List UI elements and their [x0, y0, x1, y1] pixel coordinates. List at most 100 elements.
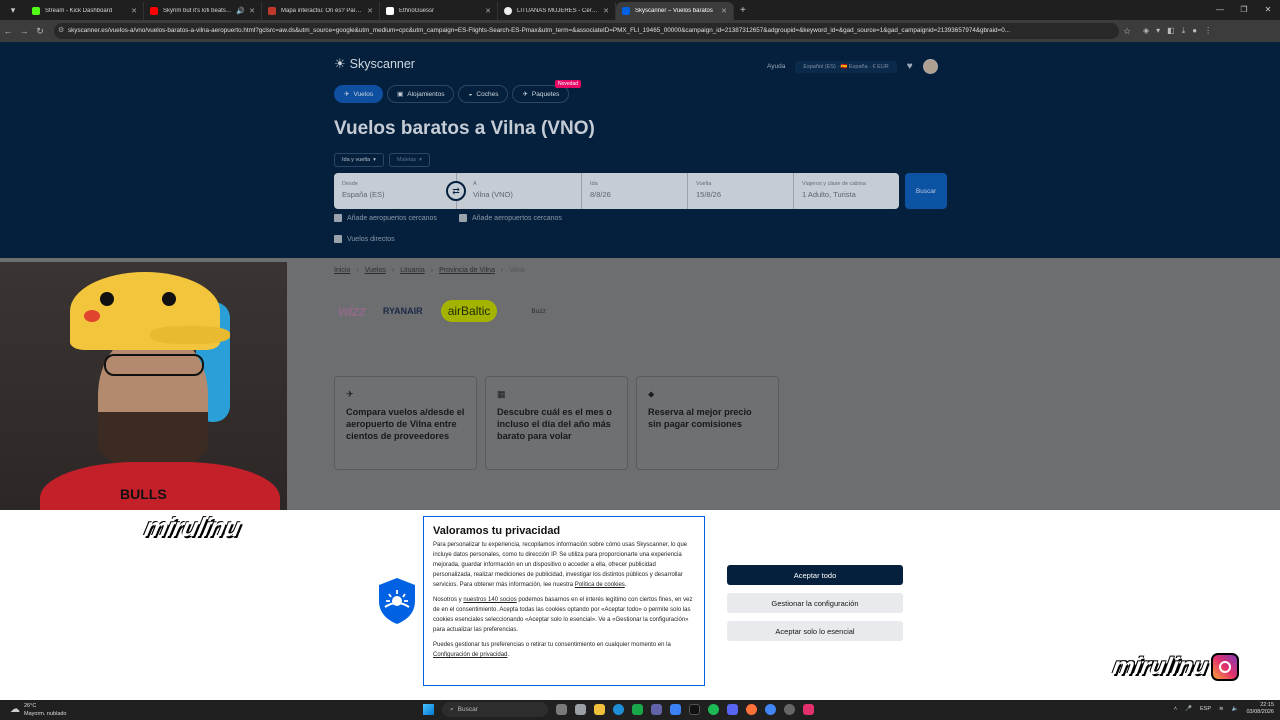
- close-window-icon[interactable]: ✕: [1256, 0, 1280, 20]
- tab-vuelos[interactable]: ✈ Vuelos: [334, 85, 384, 103]
- xbox-icon[interactable]: [632, 704, 643, 715]
- cloud-icon: ☁: [10, 704, 20, 715]
- teams-icon[interactable]: [651, 704, 662, 715]
- new-tab-button[interactable]: +: [740, 5, 746, 16]
- checkbox-label: Añade aeropuertos cercanos: [472, 214, 562, 222]
- return-date-field[interactable]: Vuelta 15/8/26: [688, 173, 794, 209]
- audio-icon[interactable]: 🔊: [236, 7, 245, 15]
- cookie-paragraph-1: Para personalizar tu experiencia, recopi…: [433, 542, 688, 588]
- depart-date-field[interactable]: Ida 8/8/26: [582, 173, 688, 209]
- back-icon[interactable]: ←: [0, 26, 16, 36]
- close-tab-icon[interactable]: ✕: [603, 7, 609, 15]
- locale-selector[interactable]: Español (ES) · 🇪🇸 España · € EUR: [795, 60, 897, 73]
- reload-icon[interactable]: ↻: [32, 26, 48, 37]
- nearby-to-checkbox[interactable]: Añade aeropuertos cercanos: [459, 214, 562, 222]
- spotify-icon[interactable]: [708, 704, 719, 715]
- travellers-value: 1 Adulto, Turista: [802, 190, 856, 199]
- system-tray: ˄ 🎤 ESP ≋ 🔈 22:15 03/08/2026: [1174, 702, 1274, 716]
- heart-icon[interactable]: ♥: [907, 61, 913, 72]
- close-tab-icon[interactable]: ✕: [721, 7, 727, 15]
- tab-youtube[interactable]: Skyrim but it's lofi beats | R 🔊 ✕: [144, 2, 262, 20]
- task-view-icon[interactable]: [556, 704, 567, 715]
- tab-title: EthnoGuessr: [399, 8, 435, 14]
- feature-card: ✈ Compara vuelos a/desde el aeropuerto d…: [334, 376, 477, 470]
- discord-icon[interactable]: [727, 704, 738, 715]
- google-favicon-icon: [504, 7, 512, 15]
- travellers-field[interactable]: Viajeros y clase de cabina 1 Adulto, Tur…: [794, 173, 899, 209]
- search-button[interactable]: Buscar: [905, 173, 947, 209]
- tab-ethnoguessr[interactable]: EthnoGuessr ✕: [380, 2, 498, 20]
- manage-settings-button[interactable]: Gestionar la configuración: [727, 593, 903, 613]
- file-explorer-icon[interactable]: [594, 704, 605, 715]
- skyscanner-logo[interactable]: ☀ Skyscanner: [334, 56, 415, 72]
- partners-link[interactable]: nuestros 140 socios: [463, 597, 516, 603]
- close-tab-icon[interactable]: ✕: [249, 7, 255, 15]
- weather-widget[interactable]: ☁ 26°C Mayorm. nublado: [10, 702, 67, 718]
- date: 03/08/2026: [1246, 709, 1274, 715]
- extension-icon[interactable]: ◧: [1167, 26, 1175, 36]
- wifi-icon[interactable]: ≋: [1219, 706, 1224, 712]
- account-avatar[interactable]: [922, 59, 938, 74]
- privacy-settings-link[interactable]: Configuración de privacidad: [433, 652, 507, 658]
- tab-coches[interactable]: ◒ Coches: [458, 85, 509, 103]
- minimize-icon[interactable]: —: [1208, 0, 1232, 20]
- close-tab-icon[interactable]: ✕: [131, 7, 137, 15]
- menu-icon[interactable]: ⋮: [1204, 26, 1212, 36]
- maximize-icon[interactable]: ❐: [1232, 0, 1256, 20]
- taskbar-search[interactable]: ⌕ Buscar: [442, 702, 548, 717]
- breadcrumb-lituania[interactable]: Lituania: [400, 267, 425, 274]
- help-link[interactable]: Ayuda: [767, 63, 785, 70]
- chevron-down-icon: ▾: [419, 157, 422, 163]
- tab-title: Mapa interactiu: On és? Països: [281, 8, 364, 14]
- nearby-from-checkbox[interactable]: Añade aeropuertos cercanos: [334, 214, 437, 222]
- breadcrumb-vuelos[interactable]: Vuelos: [365, 267, 386, 274]
- profile-avatar-icon[interactable]: ●: [1192, 26, 1197, 36]
- app-icon[interactable]: [784, 704, 795, 715]
- windows-start-icon[interactable]: [423, 704, 434, 715]
- ryanair-logo: RYANAIR: [382, 306, 423, 316]
- address-bar[interactable]: skyscanner.es/vuelos-a/vno/vuelos-barato…: [54, 23, 1119, 39]
- luggage-dropdown[interactable]: Maletas ▾: [388, 153, 430, 167]
- close-tab-icon[interactable]: ✕: [367, 7, 373, 15]
- tab-label: Paquetes: [531, 90, 560, 98]
- tab-search-icon[interactable]: ▾: [4, 3, 22, 17]
- tiktok-live-icon[interactable]: [803, 704, 814, 715]
- bookmark-star-icon[interactable]: ☆: [1119, 26, 1135, 37]
- store-icon[interactable]: [670, 704, 681, 715]
- jersey-text: BULLS: [120, 486, 167, 502]
- language-indicator[interactable]: ESP: [1200, 706, 1211, 712]
- to-label: A: [473, 181, 477, 187]
- volume-icon[interactable]: 🔈: [1232, 706, 1239, 712]
- breadcrumb-inicio[interactable]: Inicio: [334, 267, 350, 274]
- new-badge: Novedad: [555, 80, 582, 88]
- microphone-icon[interactable]: 🎤: [1185, 706, 1192, 712]
- tab-kick[interactable]: Stream - Kick Dashboard ✕: [26, 2, 144, 20]
- chevron-up-icon[interactable]: ˄: [1174, 706, 1177, 712]
- edge-icon[interactable]: [613, 704, 624, 715]
- breadcrumb-provincia[interactable]: Provincia de Vilna: [439, 267, 495, 274]
- from-field[interactable]: Desde España (ES) ⇄: [334, 173, 466, 209]
- to-field[interactable]: A Vilna (VNO): [457, 173, 582, 209]
- accept-essential-button[interactable]: Aceptar solo lo esencial: [727, 621, 903, 641]
- tiktok-icon[interactable]: [689, 704, 700, 715]
- swap-icon[interactable]: ⇄: [446, 181, 466, 201]
- extension-icon[interactable]: ◈: [1143, 26, 1149, 36]
- trip-type-dropdown[interactable]: Ida y vuelta ▾: [334, 153, 384, 167]
- direct-flights-checkbox[interactable]: Vuelos directos: [334, 235, 395, 243]
- tab-google[interactable]: LITUANAS MUJERES - Cerca de ✕: [498, 2, 616, 20]
- forward-icon[interactable]: →: [16, 26, 32, 36]
- tab-alojamientos[interactable]: ▣ Alojamientos: [387, 85, 455, 103]
- clock[interactable]: 22:15 03/08/2026: [1246, 702, 1274, 716]
- close-tab-icon[interactable]: ✕: [485, 7, 491, 15]
- downloads-icon[interactable]: ⤓: [1182, 26, 1186, 36]
- extension-icon[interactable]: ▾: [1156, 26, 1160, 36]
- accept-all-button[interactable]: Aceptar todo: [727, 565, 903, 585]
- breadcrumb-separator: ›: [391, 267, 395, 274]
- tab-skyscanner[interactable]: Skyscanner – Vuelos baratos ✕: [616, 2, 734, 20]
- checkbox-label: Añade aeropuertos cercanos: [347, 214, 437, 222]
- cookie-policy-link[interactable]: Política de cookies: [575, 582, 625, 588]
- firefox-icon[interactable]: [746, 704, 757, 715]
- tab-mapa[interactable]: Mapa interactiu: On és? Països ✕: [262, 2, 380, 20]
- widgets-icon[interactable]: [575, 704, 586, 715]
- chrome-icon[interactable]: [765, 704, 776, 715]
